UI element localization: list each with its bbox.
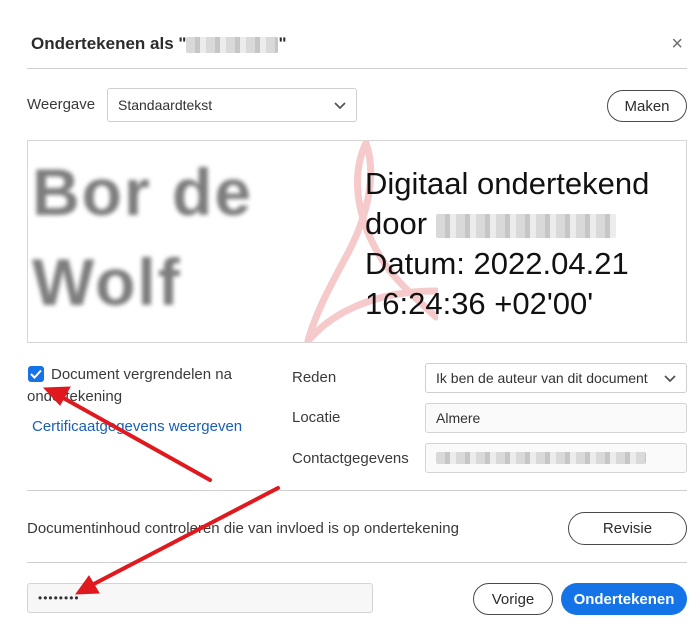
sign-button[interactable]: Ondertekenen bbox=[561, 583, 687, 615]
location-label: Locatie bbox=[292, 409, 341, 426]
appearance-label: Weergave bbox=[27, 96, 96, 113]
reason-dropdown[interactable]: Ik ben de auteur van dit document bbox=[425, 363, 687, 393]
reason-label: Reden bbox=[292, 369, 337, 386]
reason-selected-value: Ik ben de auteur van dit document bbox=[436, 370, 648, 386]
footer-divider bbox=[27, 562, 687, 563]
redacted-signer-name bbox=[435, 213, 616, 238]
checkmark-icon bbox=[30, 369, 42, 379]
signature-name-line: Wolf bbox=[32, 245, 182, 319]
review-text: Documentinhoud controleren die van invlo… bbox=[27, 520, 459, 537]
appearance-dropdown[interactable]: Standaardtekst bbox=[107, 88, 357, 122]
lock-document-checkbox[interactable] bbox=[28, 366, 44, 382]
chevron-down-icon bbox=[334, 97, 346, 113]
review-button[interactable]: Revisie bbox=[568, 512, 687, 545]
contact-input[interactable] bbox=[425, 443, 687, 473]
contact-label: Contactgegevens bbox=[292, 450, 409, 467]
appearance-selected-value: Standaardtekst bbox=[118, 97, 213, 113]
signature-line-4: 16:24:36 +02'00' bbox=[365, 286, 594, 321]
chevron-down-icon bbox=[664, 370, 676, 386]
view-certificate-link[interactable]: Certificaatgegevens weergeven bbox=[32, 418, 242, 435]
dialog-title-prefix: Ondertekenen als " bbox=[31, 34, 187, 53]
make-button[interactable]: Maken bbox=[607, 90, 687, 122]
signature-name-line: Bor de bbox=[32, 155, 254, 229]
location-input[interactable]: Almere bbox=[425, 403, 687, 433]
lock-document-label-continued: ondertekening bbox=[27, 388, 123, 405]
signature-line-3: Datum: 2022.04.21 bbox=[365, 246, 629, 281]
redacted-signer-name bbox=[186, 36, 279, 53]
title-divider bbox=[27, 68, 687, 69]
close-icon[interactable]: × bbox=[671, 34, 683, 54]
signature-preview: Bor de Wolf Digitaal ondertekend door Da… bbox=[27, 140, 687, 343]
signature-line-2-prefix: door bbox=[365, 206, 428, 241]
back-button[interactable]: Vorige bbox=[473, 583, 553, 615]
signature-name-blurred: Bor de Wolf bbox=[32, 147, 342, 327]
section-divider bbox=[27, 490, 687, 491]
password-input[interactable]: •••••••• bbox=[27, 583, 373, 613]
signature-line-2: door bbox=[365, 204, 649, 244]
signature-details-text: Digitaal ondertekend door Datum: 2022.04… bbox=[365, 164, 649, 324]
dialog-title: Ondertekenen als " " bbox=[31, 34, 287, 54]
dialog-title-suffix: " bbox=[278, 34, 287, 53]
annotation-arrow bbox=[88, 486, 280, 588]
redacted-contact-info bbox=[436, 452, 646, 464]
lock-document-label: Document vergrendelen na bbox=[51, 366, 232, 383]
annotation-arrow bbox=[56, 393, 212, 482]
signature-line-1: Digitaal ondertekend bbox=[365, 166, 650, 201]
